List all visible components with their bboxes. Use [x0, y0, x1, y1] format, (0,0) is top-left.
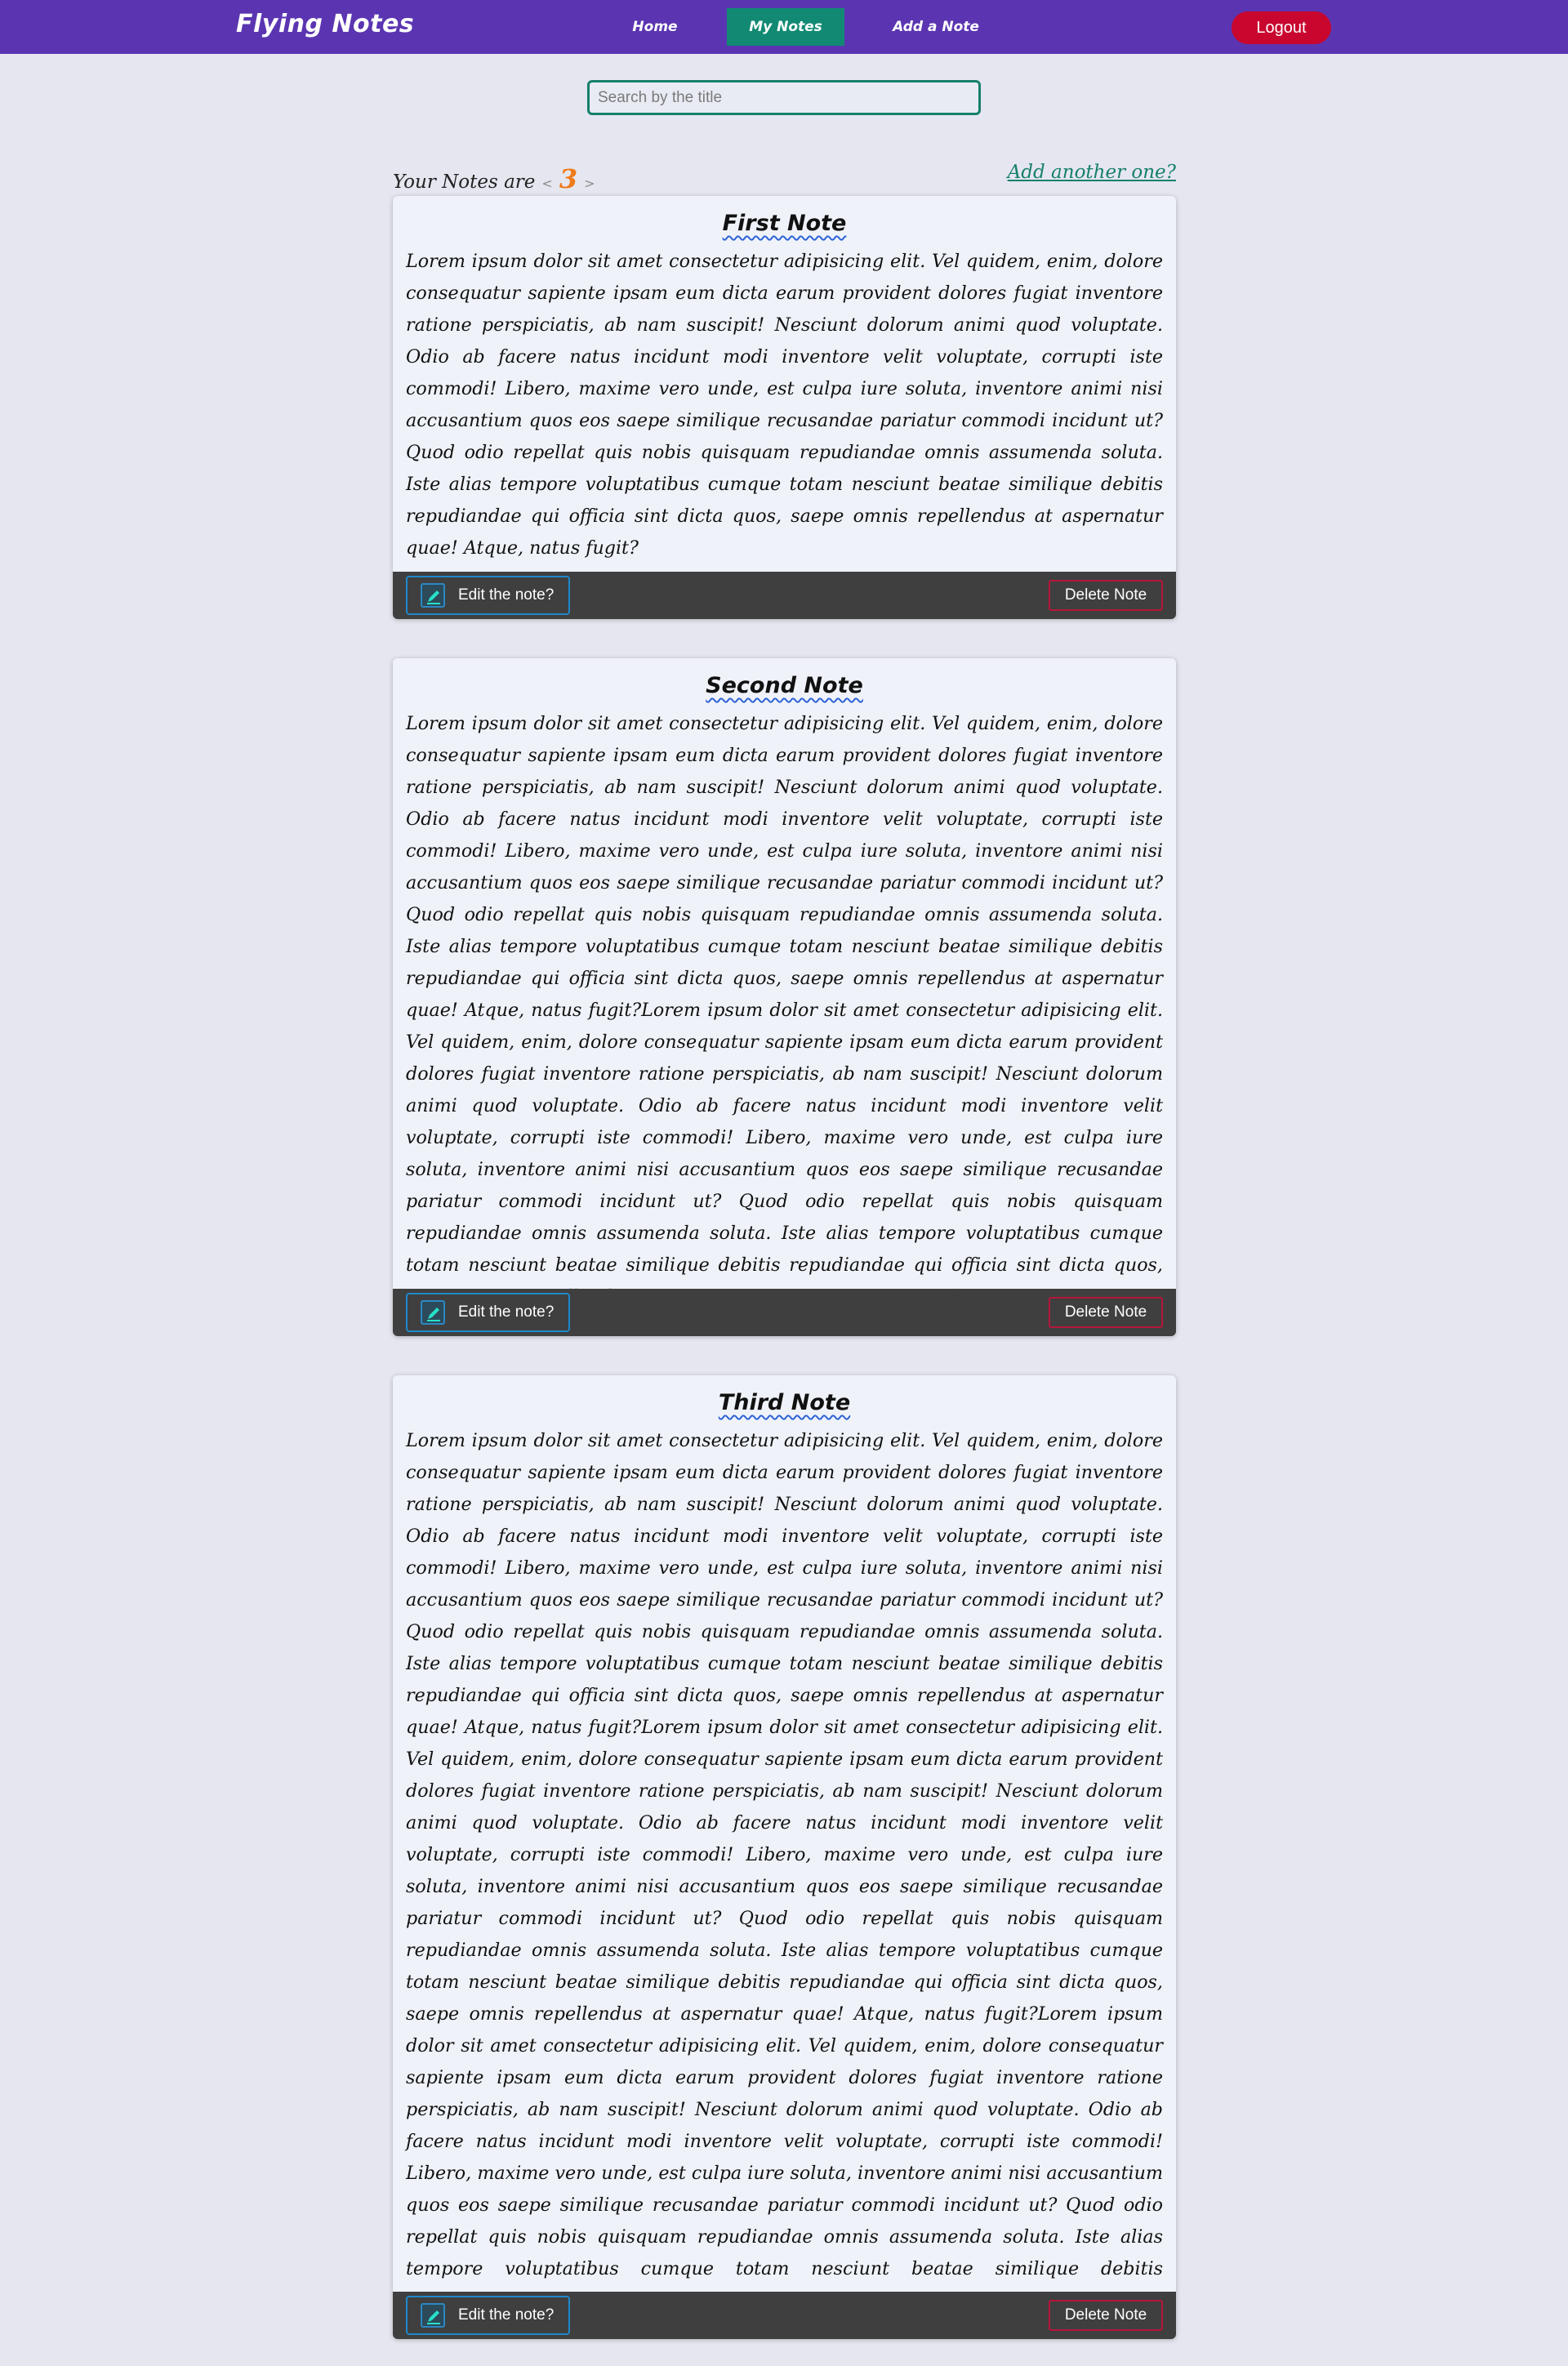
edit-note-button[interactable]: Edit the note? [406, 576, 570, 615]
note-title: First Note [722, 211, 847, 236]
note-footer: Edit the note? Delete Note [393, 2292, 1176, 2339]
note-card: First Note Lorem ipsum dolor sit amet co… [393, 196, 1176, 619]
search-input[interactable] [587, 80, 981, 115]
note-body: Lorem ipsum dolor sit amet consectetur a… [406, 1430, 1163, 2339]
brand-logo[interactable]: Flying Notes [236, 10, 414, 38]
edit-note-button[interactable]: Edit the note? [406, 1293, 570, 1332]
pencil-icon [421, 583, 445, 608]
notes-header: Your Notes are < 3 > Add another one? [393, 160, 1176, 194]
nav-home-link[interactable]: Home [621, 8, 689, 46]
delete-note-button[interactable]: Delete Note [1049, 1297, 1163, 1328]
edit-note-label: Edit the note? [458, 1303, 555, 1321]
logout-button[interactable]: Logout [1232, 11, 1331, 44]
note-body: Lorem ipsum dolor sit amet consectetur a… [406, 713, 1163, 1308]
nav-add-note-link[interactable]: Add a Note [887, 8, 985, 46]
note-title: Third Note [718, 1390, 851, 1415]
note-footer: Edit the note? Delete Note [393, 1289, 1176, 1336]
note-footer: Edit the note? Delete Note [393, 572, 1176, 619]
note-title: Second Note [706, 673, 863, 698]
notes-count-prefix: Your Notes are [393, 172, 536, 193]
notes-count: 3 [559, 163, 578, 194]
edit-note-label: Edit the note? [458, 586, 555, 604]
navbar: Flying Notes Home My Notes Add a Note Lo… [0, 0, 1568, 54]
note-card: Second Note Lorem ipsum dolor sit amet c… [393, 658, 1176, 1336]
next-arrow-icon[interactable]: > [584, 176, 595, 191]
add-another-link[interactable]: Add another one? [1008, 162, 1176, 183]
edit-note-label: Edit the note? [458, 2306, 555, 2324]
nav-my-notes-link[interactable]: My Notes [727, 8, 844, 46]
note-body: Lorem ipsum dolor sit amet consectetur a… [406, 251, 1163, 559]
delete-note-button[interactable]: Delete Note [1049, 2300, 1163, 2331]
edit-note-button[interactable]: Edit the note? [406, 2296, 570, 2335]
search-container [587, 80, 981, 115]
delete-note-button[interactable]: Delete Note [1049, 580, 1163, 611]
note-card: Third Note Lorem ipsum dolor sit amet co… [393, 1375, 1176, 2339]
pencil-icon [421, 2303, 445, 2328]
pencil-icon [421, 1300, 445, 1325]
prev-arrow-icon[interactable]: < [541, 176, 552, 191]
notes-count-label: Your Notes are < 3 > [393, 163, 602, 194]
